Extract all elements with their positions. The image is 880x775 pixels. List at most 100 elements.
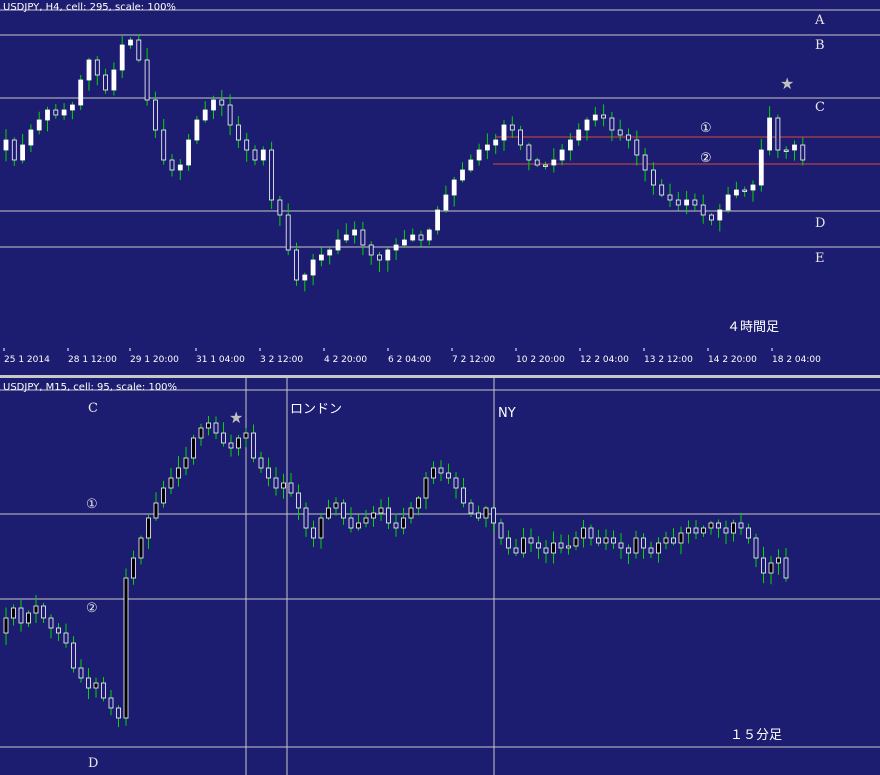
h4-x-tick-label: 28 1 12:00 (68, 355, 117, 365)
h4-candle (634, 139, 640, 156)
m15-candle (251, 432, 256, 459)
h4-candle (642, 154, 648, 171)
m15-chart: USDJPY, M15, cell: 95, scale: 100% C ① ②… (0, 378, 880, 775)
m15-candle (498, 522, 504, 539)
h4-marker-2: ② (700, 151, 712, 166)
h4-candle (144, 59, 150, 101)
h4-candle (692, 199, 698, 206)
m15-candle (356, 522, 361, 529)
h4-candle (418, 234, 424, 241)
m15-candle (168, 477, 174, 489)
m15-candle (783, 557, 789, 579)
h4-x-tick-label: 14 2 20:00 (708, 355, 757, 365)
h4-candle (94, 59, 100, 76)
m15-level-label-d: D (88, 756, 98, 771)
h4-candle (252, 149, 258, 161)
h4-candle (269, 149, 275, 201)
m15-session-ny: NY (498, 406, 516, 421)
h4-level-label-e: E (815, 251, 825, 266)
h4-chart-panel[interactable]: USDJPY, H4, cell: 295, scale: 100% A B C… (0, 0, 880, 348)
m15-candle (573, 537, 579, 547)
m15-candle (768, 562, 774, 574)
h4-candle (609, 117, 615, 131)
m15-candle (491, 507, 496, 524)
h4-timeframe-note: ４時間足 (727, 320, 779, 335)
m15-candle (258, 457, 264, 469)
m15-candle (71, 642, 76, 669)
m15-candle (18, 607, 24, 624)
m15-candle (558, 542, 564, 549)
m15-candle (348, 517, 354, 529)
m15-candle (176, 467, 181, 479)
m15-candle (341, 502, 346, 519)
m15-candle (446, 472, 451, 479)
h4-candle (526, 144, 532, 161)
m15-candle (648, 547, 654, 554)
h4-candle (360, 229, 366, 246)
h4-candle (709, 214, 714, 221)
h4-candle (725, 194, 731, 211)
h4-candle (45, 109, 50, 121)
m15-timeframe-note: １５分足 (730, 728, 782, 743)
m15-candle (108, 697, 114, 709)
h4-candle (651, 169, 656, 186)
m15-candle (693, 527, 699, 534)
h4-time-axis-svg: 25 1 2014 28 1 12:00 29 1 20:00 31 1 04:00 3… (3, 348, 821, 365)
m15-candle (506, 537, 511, 549)
h4-candle (667, 194, 673, 201)
h4-candle (103, 74, 108, 91)
m15-candle (26, 612, 31, 624)
h4-candle (592, 114, 598, 121)
h4-candle (800, 144, 806, 161)
h4-candle (78, 79, 84, 106)
h4-candle (194, 119, 200, 141)
h4-candle (734, 189, 739, 196)
h4-candle (484, 144, 490, 151)
h4-candle (377, 254, 382, 261)
m15-candle (528, 537, 534, 544)
m15-candle (641, 537, 646, 549)
m15-candle (371, 512, 376, 519)
h4-candle (235, 124, 241, 141)
h4-candle (617, 129, 623, 136)
m15-candle (476, 512, 481, 519)
h4-candle (700, 204, 706, 216)
h4-candle (767, 117, 772, 151)
h4-candle (501, 124, 507, 141)
m15-candle (581, 527, 586, 539)
m15-candle (63, 632, 69, 644)
h4-candle (568, 139, 573, 151)
m15-candle (281, 482, 286, 489)
h4-candle (285, 214, 291, 251)
h4-candle (775, 117, 781, 151)
m15-candle (468, 502, 474, 514)
m15-candle (78, 667, 84, 679)
m15-candle (386, 507, 391, 524)
m15-candle (551, 542, 556, 554)
h4-candle (335, 239, 341, 251)
m15-candle (536, 542, 541, 549)
m15-candle (543, 547, 549, 554)
m15-candle (753, 537, 759, 559)
h4-candle (717, 209, 723, 221)
m15-candle (326, 507, 331, 519)
m15-candle (438, 467, 444, 474)
h4-candle (36, 119, 42, 131)
h4-x-tick-label: 10 2 20:00 (516, 355, 565, 365)
h4-candle (509, 124, 515, 131)
m15-candle (611, 537, 616, 544)
h4-candle (186, 139, 192, 166)
m15-chart-panel[interactable]: USDJPY, M15, cell: 95, scale: 100% C ① ②… (0, 378, 880, 775)
h4-candle (11, 139, 17, 161)
h4-candle (675, 199, 681, 206)
h4-candle (128, 39, 133, 46)
m15-candle (33, 605, 39, 614)
m15-candle (161, 487, 166, 504)
m15-chart-header: USDJPY, M15, cell: 95, scale: 100% (3, 382, 177, 393)
m15-candle (101, 682, 106, 699)
h4-chart: USDJPY, H4, cell: 295, scale: 100% A B C… (0, 2, 880, 335)
m15-candle (378, 507, 384, 514)
h4-candle (551, 159, 557, 166)
m15-candle (686, 527, 691, 534)
m15-candle (626, 547, 631, 554)
